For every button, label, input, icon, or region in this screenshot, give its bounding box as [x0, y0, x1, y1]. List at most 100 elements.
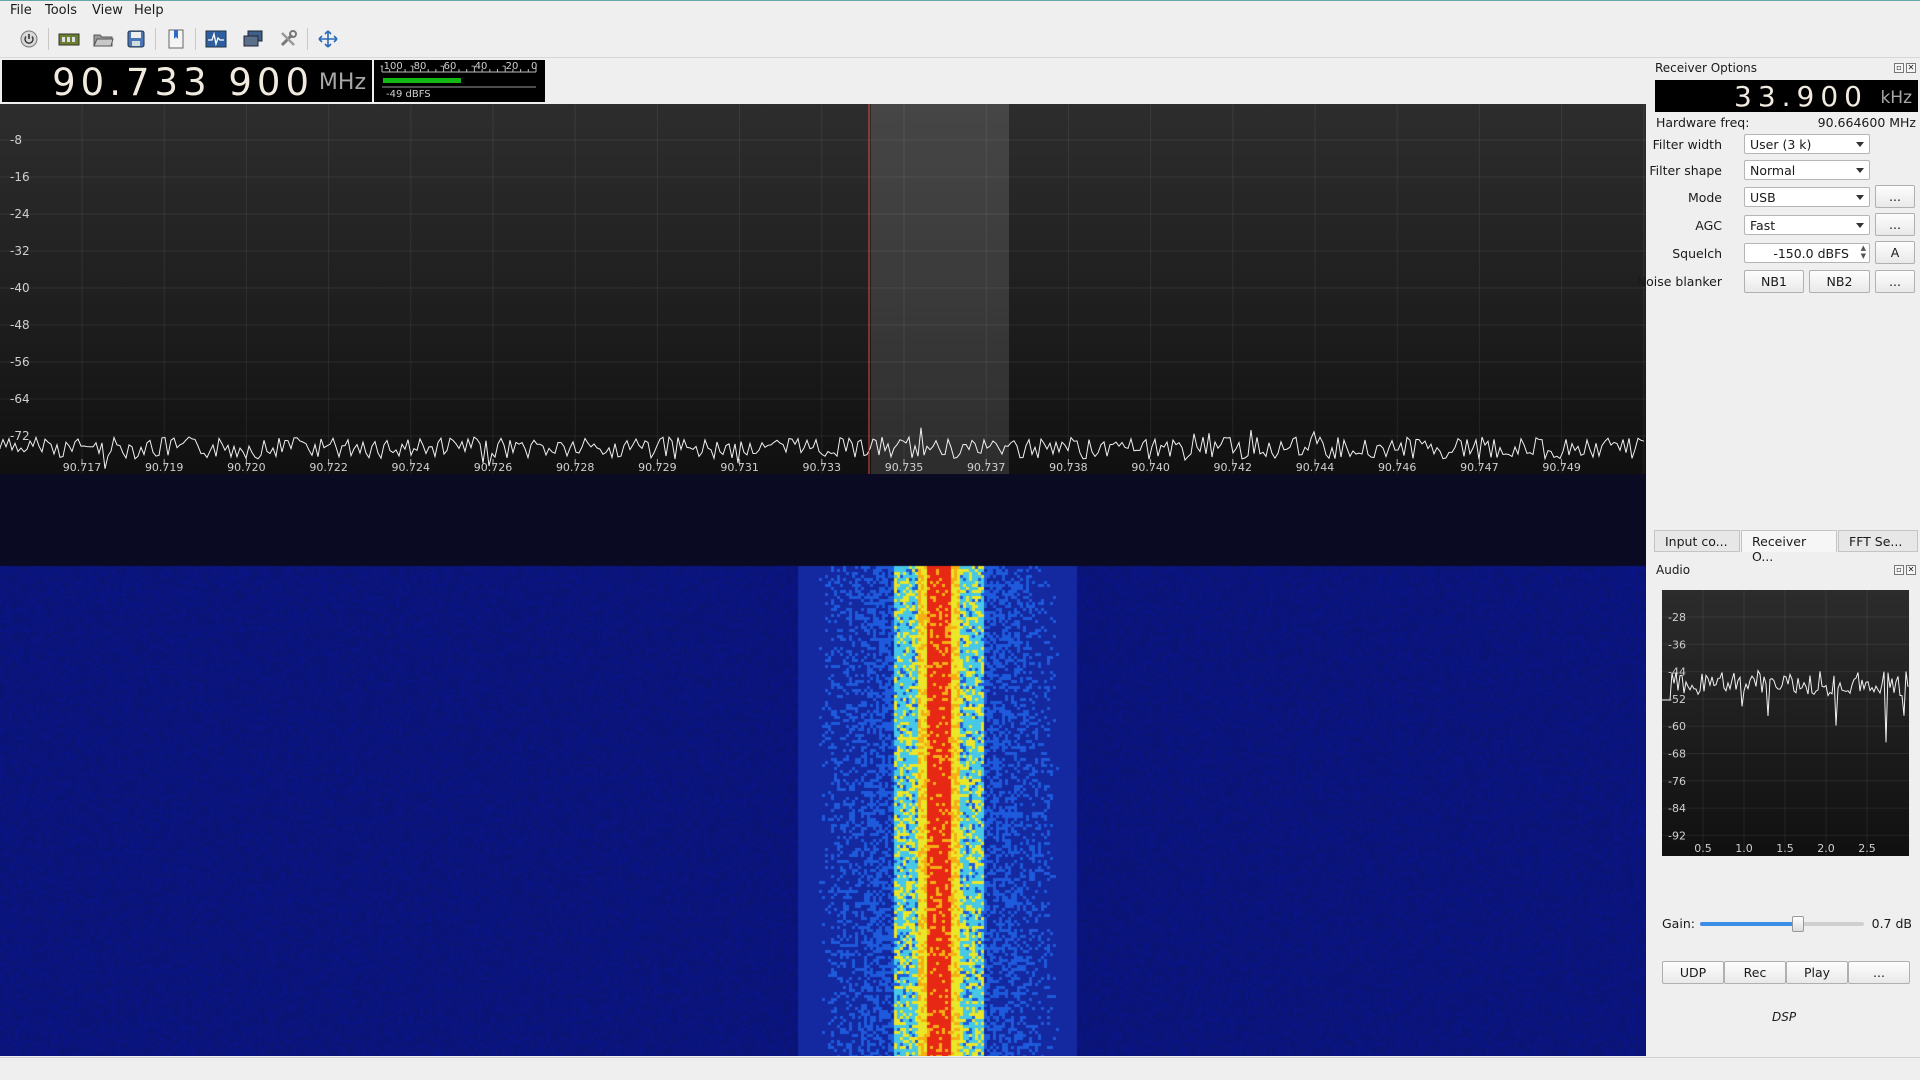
spectrum-x-tick: 90.719: [145, 461, 184, 474]
tab-input-controls[interactable]: Input co...: [1654, 530, 1740, 552]
menu-file[interactable]: File: [10, 3, 32, 18]
audio-x-tick: 2.0: [1817, 842, 1835, 855]
audio-x-tick: 1.0: [1735, 842, 1753, 855]
plot-area[interactable]: -8 -16 -24 -32 -40 -48 -56 -64 -72 90.717 90.719 90…: [0, 104, 1646, 1056]
close-icon[interactable]: ✕: [1906, 63, 1916, 73]
audio-fft-plot[interactable]: -28-36-44-52-60-68-76-84-92-1000.51.01.5…: [1662, 590, 1909, 856]
agc-select[interactable]: Fast: [1744, 215, 1870, 235]
noise-blanker-options-button[interactable]: ...: [1875, 270, 1915, 293]
gain-value: 0.7 dB: [1871, 916, 1912, 931]
filter-shape-select[interactable]: Normal: [1744, 160, 1870, 180]
spectrum-x-tick: 90.735: [885, 461, 924, 474]
frequency-display[interactable]: 90.733 900 MHz: [2, 60, 372, 104]
audio-y-tick: -44: [1668, 666, 1686, 679]
waterfall-display[interactable]: [0, 474, 1646, 1056]
spectrum-x-tick: 90.742: [1214, 461, 1253, 474]
spectrum-y-tick: -24: [10, 207, 30, 221]
settings-icon[interactable]: [275, 27, 301, 51]
meter-scale-0: -100: [380, 61, 403, 72]
hardware-freq-label: Hardware freq:: [1656, 115, 1750, 130]
noise-blanker-label: Noise blanker: [1636, 274, 1722, 289]
meter-scale-4: -20: [502, 61, 519, 72]
meter-scale-1: -80: [410, 61, 427, 72]
squelch-input[interactable]: -150.0 dBFS ▲ ▼: [1744, 243, 1870, 263]
offset-display[interactable]: 33.900 kHz: [1655, 80, 1918, 113]
audio-x-tick: 1.5: [1776, 842, 1794, 855]
signal-meter: -100 -80 -60 -40 -20 0 -49 dBFS: [374, 60, 545, 102]
mode-label: Mode: [1687, 190, 1722, 205]
gain-slider[interactable]: [1700, 916, 1864, 932]
filter-shape-label: Filter shape: [1649, 163, 1722, 178]
receiver-options-panel: Receiver Options ▫ ✕ 33.900 kHz Hardware…: [1637, 60, 1920, 520]
agc-options-button[interactable]: ...: [1875, 213, 1915, 236]
gain-label: Gain:: [1662, 916, 1695, 931]
menu-view[interactable]: View: [92, 3, 123, 18]
spectrum-x-tick: 90.733: [803, 461, 842, 474]
tab-fft-settings[interactable]: FFT Se...: [1838, 530, 1918, 552]
open-icon[interactable]: [90, 27, 116, 51]
audio-y-tick: -76: [1668, 775, 1686, 788]
toolbar: [0, 20, 1920, 58]
spectrum-y-tick: -48: [10, 318, 30, 332]
audio-panel: Audio ▫ ✕ -28-36-44-52-60-68-76-84-92-10…: [1652, 560, 1920, 1040]
chevron-down-icon: [1856, 223, 1864, 228]
receiver-options-title: Receiver Options: [1655, 61, 1758, 75]
audio-options-button[interactable]: ...: [1848, 961, 1910, 984]
spectrum-x-tick: 90.738: [1049, 461, 1088, 474]
nb2-button[interactable]: NB2: [1809, 270, 1870, 293]
squelch-auto-button[interactable]: A: [1875, 241, 1915, 264]
nb1-button[interactable]: NB1: [1744, 270, 1804, 293]
menu-tools[interactable]: Tools: [45, 3, 77, 18]
mode-select[interactable]: USB: [1744, 187, 1870, 207]
spectrum-x-tick: 90.747: [1460, 461, 1499, 474]
filter-passband: [871, 104, 1009, 474]
mode-options-button[interactable]: ...: [1875, 185, 1915, 208]
spectrum-y-tick: -32: [10, 244, 30, 258]
audio-y-tick: -84: [1668, 802, 1686, 815]
rec-button[interactable]: Rec: [1724, 961, 1786, 984]
bookmark-icon[interactable]: [163, 27, 189, 51]
save-icon[interactable]: [123, 27, 149, 51]
remote-control-icon[interactable]: [240, 27, 266, 51]
agc-label: AGC: [1695, 218, 1722, 233]
float-icon[interactable]: ▫: [1894, 565, 1904, 575]
audio-y-tick: -60: [1668, 720, 1686, 733]
hardware-freq-value: 90.664600 MHz: [1817, 115, 1916, 130]
spectrum-x-tick: 90.744: [1296, 461, 1335, 474]
filter-width-select[interactable]: User (3 k): [1744, 134, 1870, 154]
spectrum-x-tick: 90.726: [474, 461, 513, 474]
audio-x-tick: 0.5: [1694, 842, 1712, 855]
audio-title: Audio: [1656, 563, 1691, 577]
device-icon[interactable]: [56, 27, 82, 51]
offset-value[interactable]: 33.900: [1734, 80, 1868, 113]
status-bar: [0, 1057, 1920, 1080]
spectrum-x-tick: 90.728: [556, 461, 595, 474]
frequency-unit: MHz: [318, 70, 366, 95]
spectrum-x-tick: 90.746: [1378, 461, 1417, 474]
frequency-value[interactable]: 90.733 900: [52, 61, 314, 104]
audio-y-tick: -28: [1668, 611, 1686, 624]
fft-icon[interactable]: [203, 27, 229, 51]
udp-button[interactable]: UDP: [1662, 961, 1724, 984]
meter-reading: -49 dBFS: [386, 89, 431, 100]
close-icon[interactable]: ✕: [1906, 565, 1916, 575]
meter-scale-5: 0: [531, 61, 538, 72]
chevron-down-icon: [1856, 168, 1864, 173]
spinner-icon: ▲ ▼: [1860, 244, 1866, 260]
offset-unit: kHz: [1880, 88, 1912, 108]
spectrum-plot[interactable]: -8 -16 -24 -32 -40 -48 -56 -64 -72 90.717 90.719 90…: [0, 104, 1646, 474]
float-icon[interactable]: ▫: [1894, 63, 1904, 73]
menu-help[interactable]: Help: [134, 3, 164, 18]
power-icon[interactable]: [16, 27, 42, 51]
zoom-fit-icon[interactable]: [315, 27, 341, 51]
gain-slider-handle[interactable]: [1792, 916, 1805, 932]
tab-receiver-options[interactable]: Receiver O...: [1741, 530, 1837, 564]
spectrum-y-tick: -8: [10, 133, 22, 147]
audio-y-tick: -92: [1668, 829, 1686, 842]
spectrum-x-tick: 90.722: [309, 461, 348, 474]
squelch-label: Squelch: [1672, 246, 1722, 261]
spectrum-y-tick: -56: [10, 355, 30, 369]
spectrum-x-tick: 90.740: [1131, 461, 1170, 474]
play-button[interactable]: Play: [1786, 961, 1848, 984]
spectrum-y-tick: -72: [10, 429, 30, 443]
